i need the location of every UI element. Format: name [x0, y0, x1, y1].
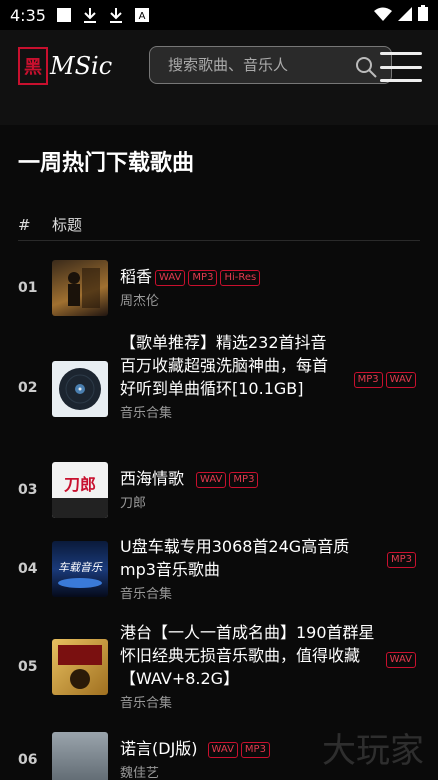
app-logo[interactable]: 黑 MSic: [18, 44, 118, 88]
row-number: 06: [18, 752, 38, 768]
a-icon: A: [134, 7, 150, 23]
signal-icon: [398, 6, 412, 25]
menu-icon[interactable]: [380, 52, 422, 82]
table-header: # 标题: [18, 209, 420, 241]
format-tag: MP3: [240, 741, 270, 758]
format-tag: WAV: [207, 741, 238, 758]
svg-text:A: A: [139, 11, 146, 22]
svg-text:车载音乐: 车载音乐: [58, 561, 103, 574]
status-time: 4:35: [10, 5, 46, 25]
album-cover[interactable]: [52, 260, 108, 316]
artist-name[interactable]: 周杰伦: [120, 290, 260, 309]
album-cover[interactable]: 刀郎: [52, 462, 108, 518]
square-icon: [56, 7, 72, 23]
song-row[interactable]: 02 【歌单推荐】精选232首抖音百万收藏超强洗脑神曲，每首好听到单曲循环[10…: [0, 331, 438, 449]
song-row[interactable]: 05 港台【一人一首成名曲】190首群星怀旧经典无损音乐歌曲，值得收藏【WAV+…: [0, 621, 438, 717]
song-title[interactable]: 【歌单推荐】精选232首抖音百万收藏超强洗脑神曲，每首好听到单曲循环[10.1G…: [120, 331, 335, 400]
logo-text: MSic: [50, 52, 113, 80]
search-icon[interactable]: [355, 56, 377, 82]
artist-name[interactable]: 魏佳艺: [120, 762, 270, 780]
song-title[interactable]: 西海情歌 WAV MP3: [120, 467, 259, 490]
album-cover[interactable]: 车载音乐: [52, 541, 108, 597]
download-icon: [82, 7, 98, 23]
format-tag: Hi-Res: [220, 269, 261, 286]
main-content: 一周热门下载歌曲 # 标题 01 稻香 WAV MP3 Hi-Res 周杰伦 02 【…: [0, 125, 438, 780]
song-title[interactable]: 稻香 WAV MP3 Hi-Res: [120, 265, 261, 288]
search-box[interactable]: [149, 46, 392, 84]
song-row[interactable]: 04 车载音乐 U盘车载专用3068首24G高音质mp3音乐歌曲 音乐合集 MP…: [0, 535, 438, 607]
artist-name[interactable]: 刀郎: [120, 492, 258, 511]
album-cover[interactable]: [52, 639, 108, 695]
song-title[interactable]: U盘车载专用3068首24G高音质mp3音乐歌曲: [120, 535, 370, 581]
format-tag: MP3: [229, 471, 259, 488]
page-title: 一周热门下载歌曲: [18, 151, 195, 176]
column-title: 标题: [52, 216, 83, 234]
format-tag: MP3: [353, 371, 383, 388]
format-tag: MP3: [188, 269, 218, 286]
status-bar: 4:35 A: [0, 0, 438, 30]
app-header: 黑 MSic: [0, 30, 438, 125]
format-tag: WAV: [155, 269, 186, 286]
download-icon: [108, 7, 124, 23]
column-number: #: [18, 215, 31, 234]
artist-name[interactable]: 音乐合集: [120, 583, 370, 602]
song-title[interactable]: 港台【一人一首成名曲】190首群星怀旧经典无损音乐歌曲，值得收藏【WAV+8.2…: [120, 621, 375, 690]
row-number: 04: [18, 561, 38, 577]
song-row[interactable]: 01 稻香 WAV MP3 Hi-Res 周杰伦: [0, 259, 438, 319]
battery-icon: [418, 5, 428, 25]
search-input[interactable]: [168, 56, 348, 74]
wifi-icon: [374, 6, 392, 25]
artist-name[interactable]: 音乐合集: [120, 692, 375, 711]
song-row[interactable]: 03 刀郎 西海情歌 WAV MP3 刀郎: [0, 461, 438, 521]
album-cover[interactable]: [52, 732, 108, 780]
artist-name[interactable]: 音乐合集: [120, 402, 335, 421]
svg-text:刀郎: 刀郎: [64, 475, 96, 494]
row-number: 03: [18, 482, 38, 498]
row-number: 02: [18, 380, 38, 396]
row-number: 01: [18, 280, 38, 296]
format-tag: MP3: [386, 551, 416, 568]
format-tag: WAV: [385, 371, 416, 388]
song-title[interactable]: 诺言(DJ版) WAV MP3: [120, 737, 270, 760]
format-tag: WAV: [196, 471, 227, 488]
format-tag: WAV: [385, 651, 416, 668]
watermark: 大玩家: [322, 731, 424, 771]
logo-seal: 黑: [18, 47, 48, 85]
album-cover[interactable]: [52, 361, 108, 417]
row-number: 05: [18, 659, 38, 675]
